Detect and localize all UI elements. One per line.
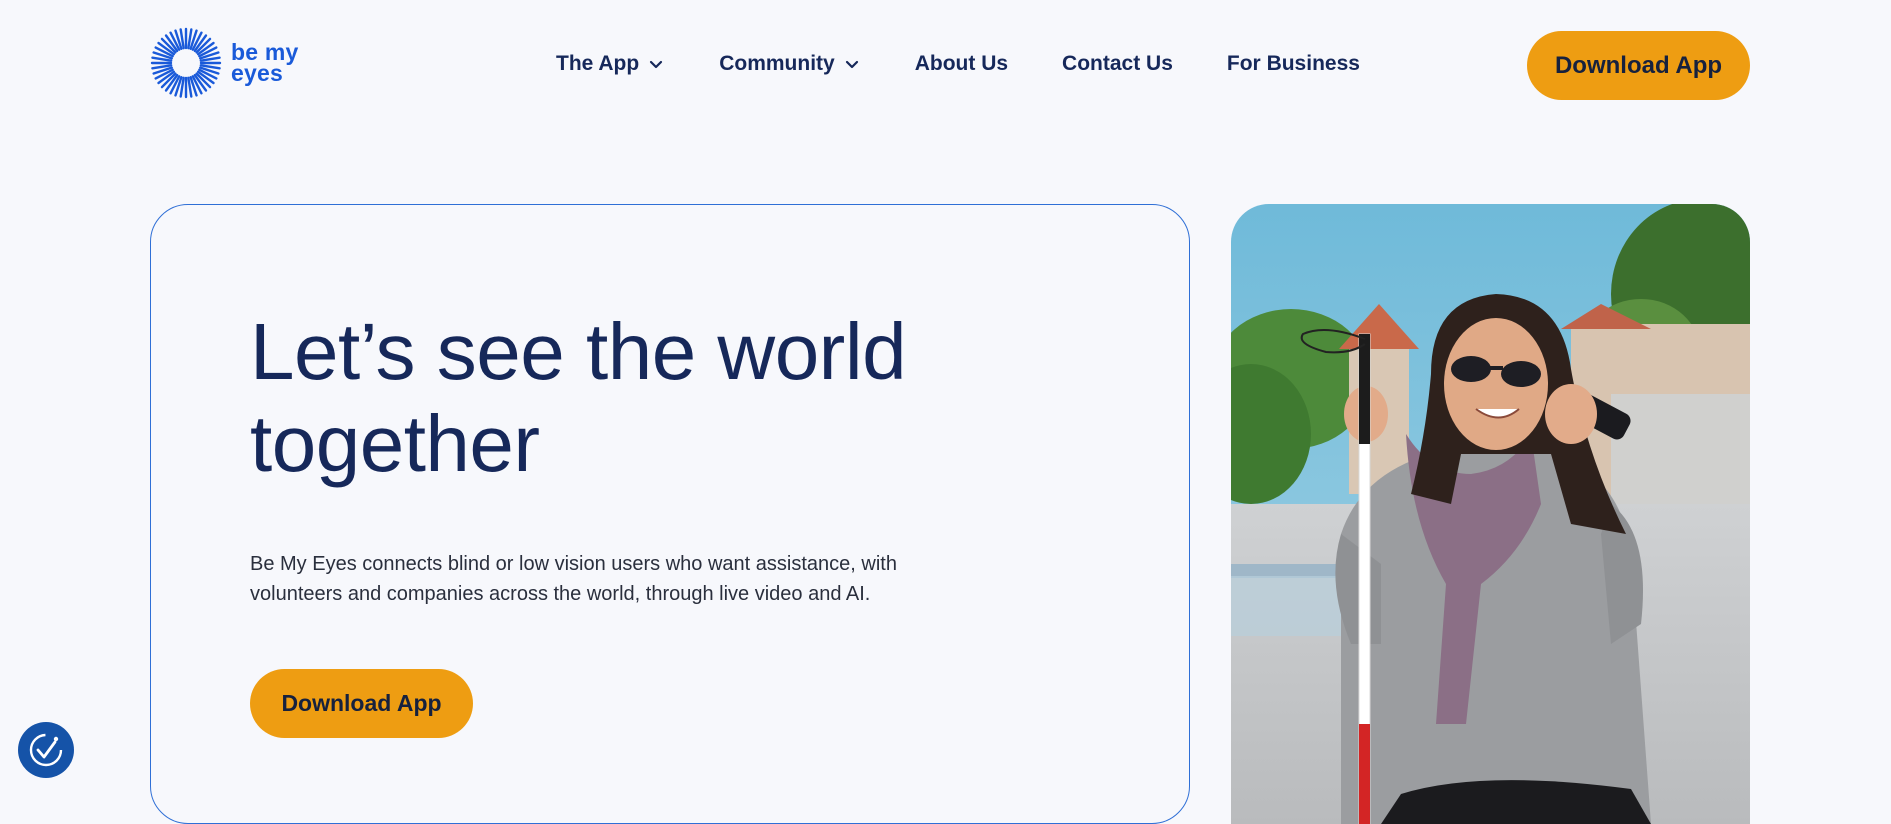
logo-text-line2: eyes: [231, 60, 283, 86]
hero-subtitle: Be My Eyes connects blind or low vision …: [250, 549, 990, 609]
hero-subtitle-line1: Be My Eyes connects blind or low vision …: [250, 553, 897, 575]
header-download-app-button[interactable]: Download App: [1527, 31, 1750, 100]
hero-title-line2: together: [250, 399, 540, 488]
hero-title: Let’s see the world together: [250, 306, 1010, 490]
nav-item-the-app[interactable]: The App: [556, 52, 663, 76]
nav-item-label: For Business: [1226, 52, 1360, 75]
sunburst-eye-icon: [150, 27, 222, 99]
nav-item-for-business[interactable]: For Business: [1227, 52, 1360, 76]
nav-item-contact-us[interactable]: Contact Us: [1062, 52, 1173, 76]
nav-item-label: The App: [556, 52, 640, 75]
chevron-down-icon: [649, 52, 663, 76]
hero-download-app-button[interactable]: Download App: [250, 669, 473, 738]
nav-item-community[interactable]: Community: [719, 52, 859, 76]
nav-item-about-us[interactable]: About Us: [915, 52, 1008, 76]
accessibility-widget-button[interactable]: [18, 722, 74, 778]
hero-title-line1: Let’s see the world: [250, 307, 907, 396]
hero-subtitle-line2: volunteers and companies across the worl…: [250, 583, 871, 605]
logo-text: be my eyes: [231, 41, 298, 86]
chevron-down-icon: [845, 52, 859, 76]
hero-photo: [1231, 204, 1750, 824]
main-nav: The App Community About Us Contact Us Fo…: [556, 52, 1360, 76]
nav-item-label: About Us: [914, 52, 1009, 75]
nav-item-label: Contact Us: [1062, 52, 1173, 75]
accessibility-checkmark-icon: [29, 733, 63, 767]
woman-with-white-cane-photo: [1231, 204, 1750, 824]
logo-link[interactable]: be my eyes: [150, 27, 298, 99]
nav-item-label: Community: [719, 52, 835, 75]
